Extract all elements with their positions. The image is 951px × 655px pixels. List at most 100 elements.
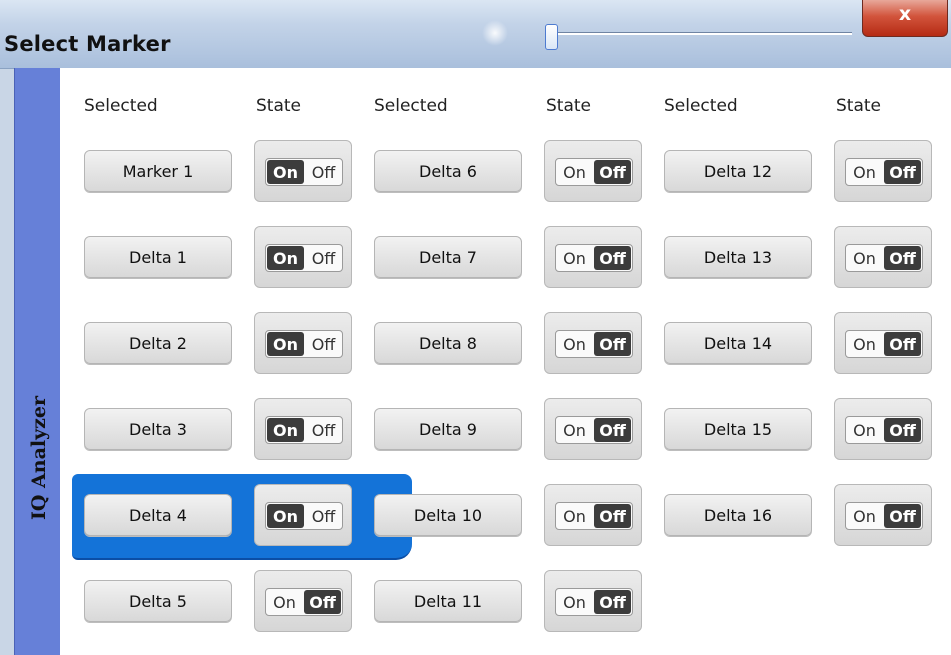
toggle-off-option[interactable]: Off [594,418,631,442]
marker-state-toggle[interactable]: On Off [544,312,642,374]
column-header-state: State [546,96,591,116]
toggle-off-option[interactable]: Off [304,590,341,614]
on-off-switch[interactable]: On Off [555,502,633,530]
on-off-switch[interactable]: On Off [265,416,343,444]
toggle-on-option[interactable]: On [267,418,304,442]
on-off-switch[interactable]: On Off [845,330,923,358]
toggle-off-option[interactable]: Off [305,245,342,271]
toggle-on-option[interactable]: On [556,331,593,357]
toggle-off-option[interactable]: Off [594,504,631,528]
toggle-on-option[interactable]: On [556,159,593,185]
toggle-on-option[interactable]: On [266,589,303,615]
toggle-off-option[interactable]: Off [594,246,631,270]
marker-select-button[interactable]: Marker 1 [84,150,232,192]
marker-select-button[interactable]: Delta 16 [664,494,812,536]
on-off-switch[interactable]: On Off [845,244,923,272]
column-header-state: State [836,96,881,116]
column-header-selected: Selected [374,96,448,116]
toggle-off-option[interactable]: Off [594,160,631,184]
close-button[interactable]: x [862,0,948,37]
toggle-on-option[interactable]: On [267,504,304,528]
toggle-on-option[interactable]: On [556,589,593,615]
on-off-switch[interactable]: On Off [265,158,343,186]
marker-select-button[interactable]: Delta 4 [84,494,232,536]
column-header-selected: Selected [664,96,738,116]
toggle-on-option[interactable]: On [556,503,593,529]
marker-select-button[interactable]: Delta 5 [84,580,232,622]
toggle-on-option[interactable]: On [846,159,883,185]
toggle-on-option[interactable]: On [556,245,593,271]
marker-state-toggle[interactable]: On Off [834,226,932,288]
toggle-on-option[interactable]: On [267,332,304,356]
column-header-selected: Selected [84,96,158,116]
toggle-on-option[interactable]: On [846,245,883,271]
marker-select-button[interactable]: Delta 6 [374,150,522,192]
on-off-switch[interactable]: On Off [845,502,923,530]
marker-select-button[interactable]: Delta 8 [374,322,522,364]
toggle-off-option[interactable]: Off [884,160,921,184]
marker-state-toggle[interactable]: On Off [544,226,642,288]
toggle-off-option[interactable]: Off [884,332,921,356]
on-off-switch[interactable]: On Off [265,330,343,358]
toggle-on-option[interactable]: On [846,503,883,529]
on-off-switch[interactable]: On Off [555,588,633,616]
marker-select-button[interactable]: Delta 14 [664,322,812,364]
sidebar-label: IQ Analyzer [28,395,50,521]
toggle-off-option[interactable]: Off [884,246,921,270]
toggle-on-option[interactable]: On [846,331,883,357]
sidebar-tab[interactable]: IQ Analyzer [14,68,61,655]
marker-state-toggle[interactable]: On Off [254,484,352,546]
on-off-switch[interactable]: On Off [845,158,923,186]
marker-select-button[interactable]: Delta 3 [84,408,232,450]
toggle-off-option[interactable]: Off [305,503,342,529]
marker-select-button[interactable]: Delta 11 [374,580,522,622]
transparency-slider-thumb[interactable] [545,24,558,50]
on-off-switch[interactable]: On Off [555,244,633,272]
marker-state-toggle[interactable]: On Off [834,140,932,202]
on-off-switch[interactable]: On Off [555,158,633,186]
toggle-on-option[interactable]: On [267,246,304,270]
close-icon: x [898,3,912,25]
marker-select-button[interactable]: Delta 15 [664,408,812,450]
marker-state-toggle[interactable]: On Off [544,398,642,460]
toggle-on-option[interactable]: On [846,417,883,443]
column-header-state: State [256,96,301,116]
transparency-slider-track[interactable] [552,32,852,35]
toggle-on-option[interactable]: On [556,417,593,443]
marker-select-button[interactable]: Delta 7 [374,236,522,278]
marker-state-toggle[interactable]: On Off [544,140,642,202]
marker-state-toggle[interactable]: On Off [254,312,352,374]
marker-state-toggle[interactable]: On Off [544,570,642,632]
toggle-off-option[interactable]: Off [305,417,342,443]
on-off-switch[interactable]: On Off [845,416,923,444]
toggle-off-option[interactable]: Off [884,418,921,442]
window-title: Select Marker [4,32,171,56]
marker-state-toggle[interactable]: On Off [254,140,352,202]
marker-state-toggle[interactable]: On Off [254,226,352,288]
toggle-off-option[interactable]: Off [594,590,631,614]
marker-state-toggle[interactable]: On Off [834,484,932,546]
marker-select-button[interactable]: Delta 9 [374,408,522,450]
title-bar: Select Marker x [0,0,951,69]
marker-select-button[interactable]: Delta 2 [84,322,232,364]
marker-state-toggle[interactable]: On Off [834,312,932,374]
toggle-off-option[interactable]: Off [305,331,342,357]
marker-state-toggle[interactable]: On Off [254,398,352,460]
marker-select-button[interactable]: Delta 12 [664,150,812,192]
title-glow [482,20,508,46]
toggle-off-option[interactable]: Off [305,159,342,185]
marker-select-button[interactable]: Delta 10 [374,494,522,536]
on-off-switch[interactable]: On Off [265,588,343,616]
marker-state-toggle[interactable]: On Off [254,570,352,632]
on-off-switch[interactable]: On Off [555,416,633,444]
toggle-off-option[interactable]: Off [884,504,921,528]
marker-state-toggle[interactable]: On Off [834,398,932,460]
on-off-switch[interactable]: On Off [555,330,633,358]
marker-state-toggle[interactable]: On Off [544,484,642,546]
marker-select-button[interactable]: Delta 13 [664,236,812,278]
marker-select-button[interactable]: Delta 1 [84,236,232,278]
toggle-on-option[interactable]: On [267,160,304,184]
toggle-off-option[interactable]: Off [594,332,631,356]
on-off-switch[interactable]: On Off [265,244,343,272]
on-off-switch[interactable]: On Off [265,502,343,530]
